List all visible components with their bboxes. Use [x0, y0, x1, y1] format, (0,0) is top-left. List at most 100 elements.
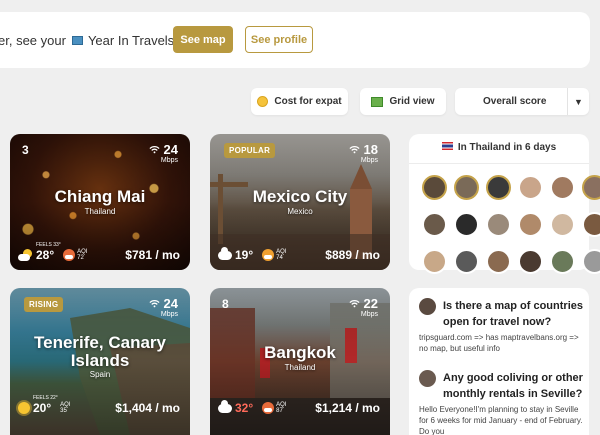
forum-post-title[interactable]: Any good coliving or other monthly renta… — [443, 370, 588, 402]
avatar[interactable] — [454, 212, 479, 237]
aqi-value: 74 — [276, 254, 283, 261]
member-avatars — [422, 175, 600, 274]
temperature: 28° — [36, 248, 55, 262]
cost-label: Cost for expat — [274, 96, 342, 107]
world-map-icon — [71, 35, 83, 45]
country-name: Thailand — [284, 363, 316, 372]
thailand-title-text: In Thailand in 6 days — [457, 142, 557, 153]
forum-post-body: Hello Everyone!I'm planning to stay in S… — [419, 405, 583, 435]
aqi-label: AQI — [276, 401, 287, 408]
city-card-mexico-city[interactable]: POPULAR 18 Mbps Mexico City Mexico 19° A… — [210, 134, 390, 270]
thailand-title: In Thailand in 6 days — [409, 142, 589, 153]
wifi-icon — [348, 300, 360, 308]
wifi-unit: Mbps — [160, 157, 178, 164]
thailand-members-panel: In Thailand in 6 days — [409, 134, 600, 274]
cloud-icon — [218, 246, 232, 260]
avatar[interactable] — [486, 249, 511, 274]
forum-post-body: tripsguard.com => has maptravelbans.org … — [419, 333, 579, 353]
wifi-icon — [148, 146, 160, 154]
wifi-value: 22 — [363, 296, 378, 311]
air-quality-icon — [262, 249, 275, 261]
city-card-bangkok[interactable]: 8 22 Mbps Bangkok Thailand 32° AQI 87 $1… — [210, 288, 390, 435]
wifi-unit: Mbps — [360, 157, 378, 164]
grid-label: Grid view — [389, 96, 435, 107]
avatar[interactable] — [550, 249, 575, 274]
aqi-value: 72 — [77, 254, 84, 261]
chevron-down-icon[interactable]: ▼ — [567, 88, 589, 115]
wifi-value: 18 — [363, 142, 378, 157]
sun-cloud-icon — [18, 249, 33, 261]
avatar[interactable] — [550, 175, 575, 200]
aqi-label: AQI — [77, 248, 88, 255]
thailand-flag-icon — [441, 142, 453, 151]
avatar[interactable] — [419, 298, 436, 315]
city-card-chiang-mai[interactable]: 3 24 Mbps Chiang Mai Thailand FEELS 33° … — [10, 134, 190, 270]
avatar[interactable] — [454, 249, 479, 274]
see-map-button[interactable]: See map — [173, 26, 233, 53]
cloud-icon — [218, 399, 232, 413]
wifi-speed: 22 Mbps — [348, 296, 378, 318]
avatar[interactable] — [422, 175, 447, 200]
avatar[interactable] — [582, 249, 600, 274]
grid-icon — [371, 96, 384, 107]
wifi-icon — [348, 146, 360, 154]
temperature: 20° — [33, 401, 52, 415]
city-name: Tenerife, Canary Islands — [34, 333, 166, 370]
sort-select[interactable]: Overall score ▼ — [455, 88, 589, 115]
city-name: Mexico City — [252, 187, 348, 206]
air-quality-icon — [262, 402, 275, 414]
aqi-label: AQI — [60, 401, 71, 408]
banner-text-before: er, see your — [0, 32, 66, 48]
feels-like: FEELS 22° — [33, 395, 58, 401]
cost-for-expat-toggle[interactable]: Cost for expat — [251, 88, 348, 115]
aqi-label: AQI — [276, 248, 287, 255]
aqi-value: 87 — [276, 407, 283, 414]
forum-post-title[interactable]: Is there a map of countries open for tra… — [443, 298, 588, 330]
divider — [409, 163, 589, 164]
avatar[interactable] — [518, 212, 543, 237]
avatar[interactable] — [518, 175, 543, 200]
avatar[interactable] — [582, 212, 600, 237]
avatar[interactable] — [550, 212, 575, 237]
avatar[interactable] — [422, 212, 447, 237]
country-name: Spain — [89, 370, 111, 379]
see-profile-button[interactable]: See profile — [245, 26, 313, 53]
wifi-unit: Mbps — [160, 311, 178, 318]
avatar[interactable] — [486, 212, 511, 237]
avatar[interactable] — [422, 249, 447, 274]
aqi-value: 35 — [60, 407, 67, 414]
wifi-value: 24 — [163, 142, 178, 157]
temperature: 19° — [235, 248, 254, 262]
rising-badge: RISING — [24, 297, 64, 312]
sort-label: Overall score — [483, 96, 547, 107]
wifi-unit: Mbps — [360, 311, 378, 318]
wifi-speed: 18 Mbps — [348, 142, 378, 164]
avatar[interactable] — [419, 370, 436, 387]
city-rank: 3 — [22, 143, 29, 157]
avatar[interactable] — [486, 175, 511, 200]
grid-view-toggle[interactable]: Grid view — [360, 88, 446, 115]
sun-icon — [18, 402, 30, 414]
monthly-cost: $1,404 / mo — [115, 401, 180, 415]
country-name: Thailand — [84, 207, 116, 216]
avatar[interactable] — [518, 249, 543, 274]
country-name: Mexico — [287, 207, 313, 216]
avatar[interactable] — [454, 175, 479, 200]
air-quality-icon — [63, 249, 76, 261]
monthly-cost: $1,214 / mo — [315, 401, 380, 415]
city-rank: 8 — [222, 297, 229, 311]
wifi-speed: 24 Mbps — [148, 142, 178, 164]
city-name: Bangkok — [264, 343, 336, 362]
feels-like: FEELS 33° — [36, 242, 61, 248]
popular-badge: POPULAR — [224, 143, 276, 158]
smiley-icon — [257, 96, 269, 107]
monthly-cost: $889 / mo — [325, 248, 380, 262]
wifi-icon — [148, 300, 160, 308]
city-card-tenerife[interactable]: RISING 24 Mbps Tenerife, Canary Islands … — [10, 288, 190, 435]
monthly-cost: $781 / mo — [125, 248, 180, 262]
temperature: 32° — [235, 401, 254, 415]
avatar[interactable] — [582, 175, 600, 200]
forum-panel: Is there a map of countries open for tra… — [409, 288, 589, 435]
wifi-speed: 24 Mbps — [148, 296, 178, 318]
year-in-travels-banner: er, see your Year In Travels 2020 See ma… — [0, 12, 590, 68]
